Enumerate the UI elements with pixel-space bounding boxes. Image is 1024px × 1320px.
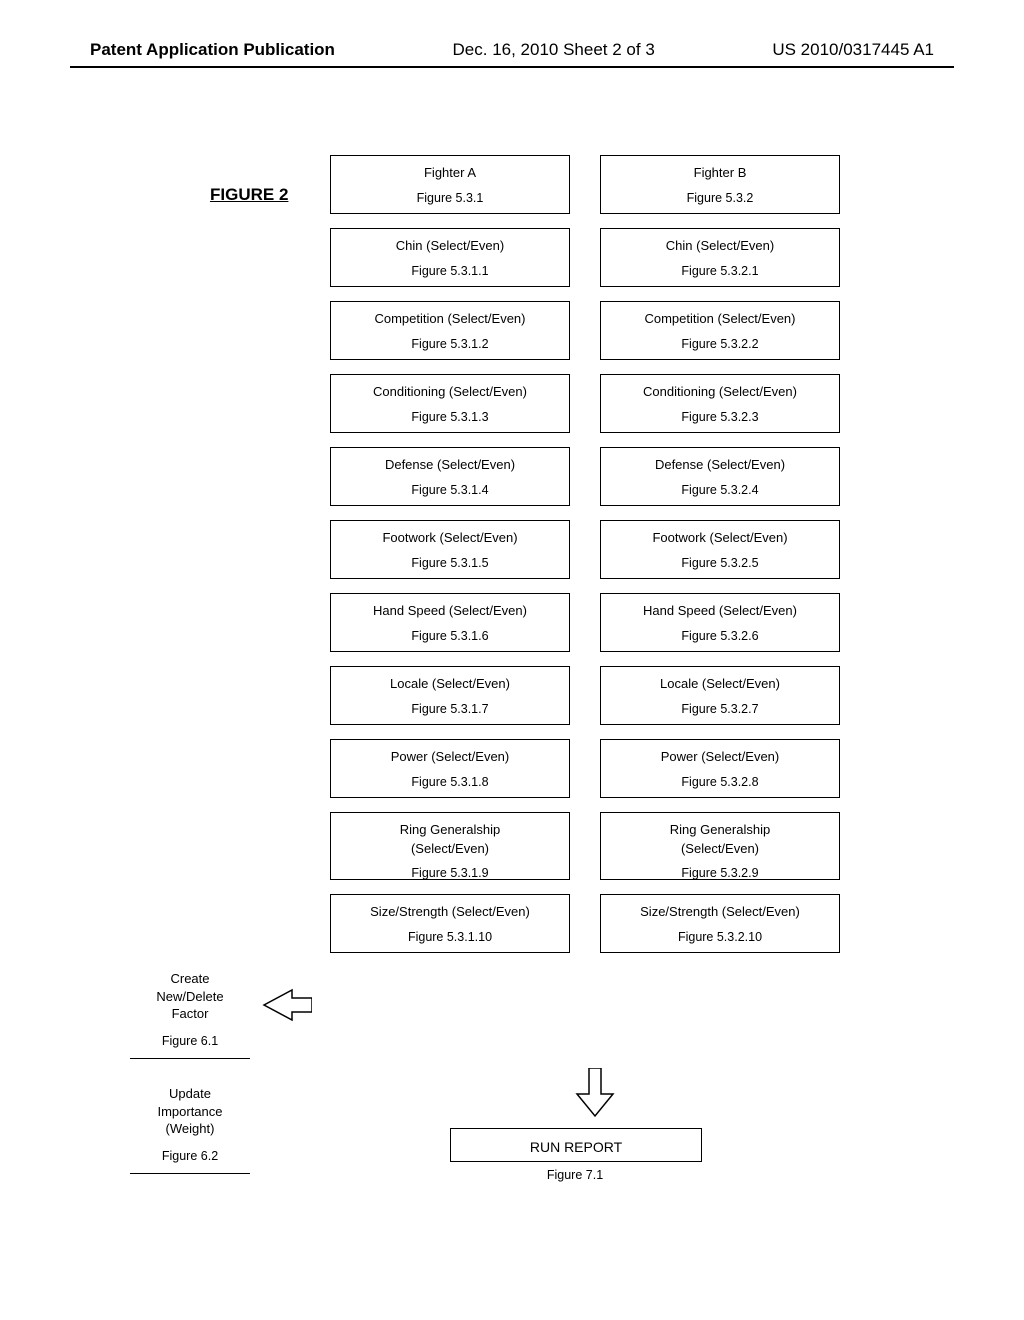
fighter-b-row-9-label: Ring Generalship(Select/Even): [605, 821, 835, 859]
fighter-b-header-title: Fighter B: [605, 164, 835, 183]
fighter-a-row-9: Ring Generalship(Select/Even) Figure 5.3.…: [330, 812, 570, 880]
figure-title: FIGURE 2: [210, 185, 288, 205]
header-right: US 2010/0317445 A1: [772, 40, 934, 60]
fighter-b-row-8-fig: Figure 5.3.2.8: [605, 773, 835, 791]
fighter-a-row-4-fig: Figure 5.3.1.4: [335, 481, 565, 499]
fighter-b-row-4-fig: Figure 5.3.2.4: [605, 481, 835, 499]
fighter-b-row-9-fig: Figure 5.3.2.9: [605, 864, 835, 879]
fighter-a-row-3-label: Conditioning (Select/Even): [335, 383, 565, 402]
side1-figref: Figure 6.1: [130, 1033, 250, 1050]
fighter-b-row-7-fig: Figure 5.3.2.7: [605, 700, 835, 718]
fighter-b-row-10-label: Size/Strength (Select/Even): [605, 903, 835, 922]
fighter-a-row-1: Chin (Select/Even) Figure 5.3.1.1: [330, 228, 570, 287]
run-report-figref: Figure 7.1: [450, 1168, 700, 1182]
fighter-a-row-4: Defense (Select/Even) Figure 5.3.1.4: [330, 447, 570, 506]
fighter-b-row-9: Ring Generalship(Select/Even) Figure 5.3.…: [600, 812, 840, 880]
fighter-a-row-7: Locale (Select/Even) Figure 5.3.1.7: [330, 666, 570, 725]
fighter-b-header-fig: Figure 5.3.2: [605, 189, 835, 207]
fighter-b-row-1: Chin (Select/Even) Figure 5.3.2.1: [600, 228, 840, 287]
fighter-b-row-4-label: Defense (Select/Even): [605, 456, 835, 475]
fighter-b-row-3-fig: Figure 5.3.2.3: [605, 408, 835, 426]
header-mid: Dec. 16, 2010 Sheet 2 of 3: [453, 40, 655, 60]
fighter-b-row-7-label: Locale (Select/Even): [605, 675, 835, 694]
fighter-b-row-6-label: Hand Speed (Select/Even): [605, 602, 835, 621]
fighter-a-row-10: Size/Strength (Select/Even) Figure 5.3.1.…: [330, 894, 570, 953]
side2-line2: Importance: [130, 1103, 250, 1121]
fighter-b-row-10-fig: Figure 5.3.2.10: [605, 928, 835, 946]
fighter-a-row-2: Competition (Select/Even) Figure 5.3.1.2: [330, 301, 570, 360]
side1-line3: Factor: [130, 1005, 250, 1023]
fighter-a-row-5-fig: Figure 5.3.1.5: [335, 554, 565, 572]
fighter-a-row-8-label: Power (Select/Even): [335, 748, 565, 767]
fighter-a-row-8: Power (Select/Even) Figure 5.3.1.8: [330, 739, 570, 798]
fighter-a-row-4-label: Defense (Select/Even): [335, 456, 565, 475]
fighter-b-row-5: Footwork (Select/Even) Figure 5.3.2.5: [600, 520, 840, 579]
fighter-a-row-6-fig: Figure 5.3.1.6: [335, 627, 565, 645]
fighter-b-row-1-label: Chin (Select/Even): [605, 237, 835, 256]
fighter-a-header-box: Fighter A Figure 5.3.1: [330, 155, 570, 214]
fighter-b-row-5-label: Footwork (Select/Even): [605, 529, 835, 548]
fighter-b-row-8-label: Power (Select/Even): [605, 748, 835, 767]
side1-rule: [130, 1058, 250, 1059]
fighter-a-row-10-fig: Figure 5.3.1.10: [335, 928, 565, 946]
fighter-a-row-9-label: Ring Generalship(Select/Even): [335, 821, 565, 859]
fighter-b-row-4: Defense (Select/Even) Figure 5.3.2.4: [600, 447, 840, 506]
update-weight-box: Update Importance (Weight) Figure 6.2: [130, 1085, 250, 1174]
fighter-a-row-3: Conditioning (Select/Even) Figure 5.3.1.3: [330, 374, 570, 433]
fighter-a-row-6-label: Hand Speed (Select/Even): [335, 602, 565, 621]
fighter-a-row-9-fig: Figure 5.3.1.9: [335, 864, 565, 879]
fighter-a-row-3-fig: Figure 5.3.1.3: [335, 408, 565, 426]
fighter-b-row-1-fig: Figure 5.3.2.1: [605, 262, 835, 280]
run-report-box: RUN REPORT: [450, 1128, 702, 1162]
fighter-a-row-5: Footwork (Select/Even) Figure 5.3.1.5: [330, 520, 570, 579]
columns: Fighter AFigure 5.3.1Chin (Select/Even)F…: [330, 155, 840, 953]
fighter-a-header-fig: Figure 5.3.1: [335, 189, 565, 207]
fighter-a-row-2-fig: Figure 5.3.1.2: [335, 335, 565, 353]
fighter-a-column: Fighter A Figure 5.3.1 Chin (Select/Even) F…: [330, 155, 570, 953]
fighter-b-row-7: Locale (Select/Even) Figure 5.3.2.7: [600, 666, 840, 725]
run-report-label: RUN REPORT: [530, 1139, 622, 1155]
fighter-b-column: Fighter B Figure 5.3.2 Chin (Select/Even) F…: [600, 155, 840, 953]
page-header: Patent Application Publication Dec. 16, …: [0, 0, 1024, 60]
side2-line3: (Weight): [130, 1120, 250, 1138]
fighter-b-row-5-fig: Figure 5.3.2.5: [605, 554, 835, 572]
fighter-a-row-1-label: Chin (Select/Even): [335, 237, 565, 256]
arrow-left-icon: [262, 988, 312, 1022]
side2-line1: Update: [130, 1085, 250, 1103]
arrow-down-icon: [575, 1068, 615, 1118]
fighter-b-row-6: Hand Speed (Select/Even) Figure 5.3.2.6: [600, 593, 840, 652]
header-rule: [70, 66, 954, 68]
fighter-b-row-3: Conditioning (Select/Even) Figure 5.3.2.3: [600, 374, 840, 433]
fighter-b-row-2-label: Competition (Select/Even): [605, 310, 835, 329]
fighter-a-row-7-label: Locale (Select/Even): [335, 675, 565, 694]
fighter-b-row-10: Size/Strength (Select/Even) Figure 5.3.2.…: [600, 894, 840, 953]
fighter-b-row-8: Power (Select/Even) Figure 5.3.2.8: [600, 739, 840, 798]
create-delete-factor-box: Create New/Delete Factor Figure 6.1: [130, 970, 250, 1059]
side1-line1: Create: [130, 970, 250, 988]
header-left: Patent Application Publication: [90, 40, 335, 60]
side2-rule: [130, 1173, 250, 1174]
fighter-b-header-box: Fighter B Figure 5.3.2: [600, 155, 840, 214]
side2-figref: Figure 6.2: [130, 1148, 250, 1165]
fighter-b-row-2-fig: Figure 5.3.2.2: [605, 335, 835, 353]
fighter-b-row-6-fig: Figure 5.3.2.6: [605, 627, 835, 645]
fighter-a-row-1-fig: Figure 5.3.1.1: [335, 262, 565, 280]
fighter-a-row-8-fig: Figure 5.3.1.8: [335, 773, 565, 791]
fighter-b-row-3-label: Conditioning (Select/Even): [605, 383, 835, 402]
fighter-b-row-2: Competition (Select/Even) Figure 5.3.2.2: [600, 301, 840, 360]
fighter-a-row-2-label: Competition (Select/Even): [335, 310, 565, 329]
fighter-a-row-5-label: Footwork (Select/Even): [335, 529, 565, 548]
side1-line2: New/Delete: [130, 988, 250, 1006]
fighter-a-row-10-label: Size/Strength (Select/Even): [335, 903, 565, 922]
fighter-a-row-7-fig: Figure 5.3.1.7: [335, 700, 565, 718]
fighter-a-header-title: Fighter A: [335, 164, 565, 183]
fighter-a-row-6: Hand Speed (Select/Even) Figure 5.3.1.6: [330, 593, 570, 652]
